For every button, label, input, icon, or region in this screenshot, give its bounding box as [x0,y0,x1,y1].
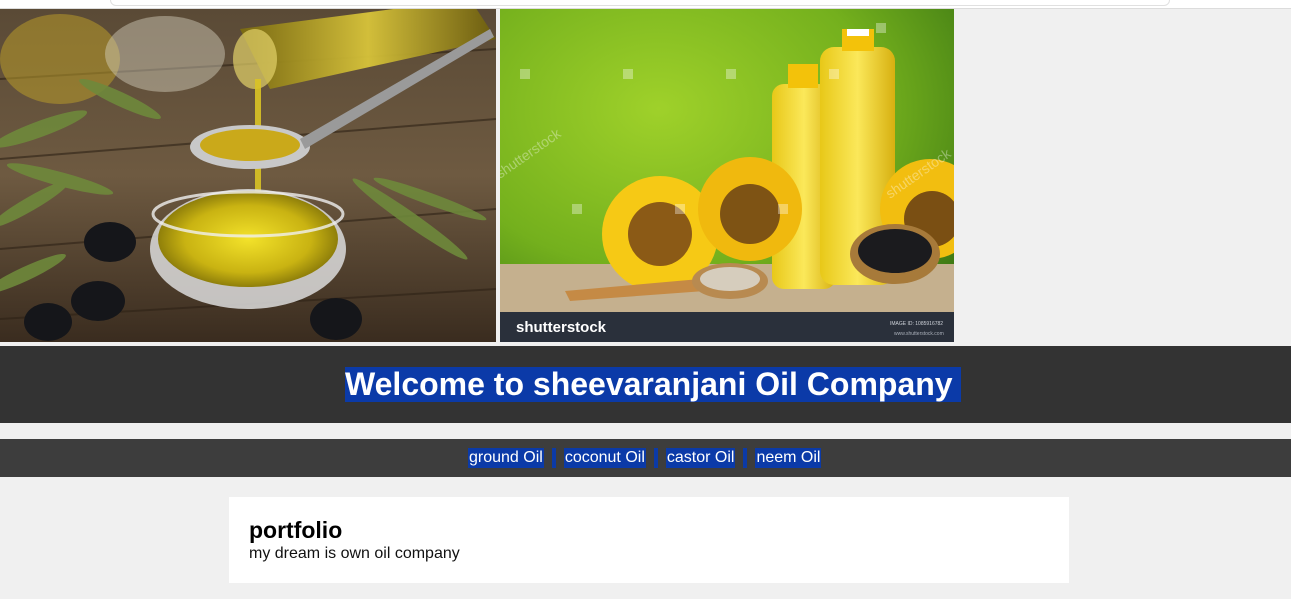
nav-separator [551,448,556,468]
nav-links: ground Oil coconut Oil castor Oil neem O… [468,448,822,468]
browser-top-strip [0,0,1291,9]
page-title: Welcome to sheevaranjani Oil Company [345,367,961,402]
nav-link-ground-oil[interactable]: ground Oil [468,448,544,468]
image-site-text: www.shutterstock.com [894,331,944,337]
image-id-text: IMAGE ID: 1085916782 [890,321,943,327]
nav-separator [743,448,748,468]
portfolio-heading: portfolio [249,517,343,543]
main-nav: ground Oil coconut Oil castor Oil neem O… [0,439,1291,477]
olive-oil-illustration [0,9,496,342]
nav-separator [653,448,658,468]
portfolio-text: my dream is own oil company [249,545,460,562]
site-header: Welcome to sheevaranjani Oil Company [0,346,1291,423]
shutterstock-logo: shutterstock [516,319,607,336]
olive-oil-image [0,9,496,342]
nav-link-neem-oil[interactable]: neem Oil [755,448,822,468]
sunflower-oil-image: shutterstock IMAGE ID: 1085916782 www.sh… [500,9,954,342]
nav-link-coconut-oil[interactable]: coconut Oil [563,448,646,468]
sunflower-oil-illustration: shutterstock IMAGE ID: 1085916782 www.sh… [500,9,954,342]
nav-link-castor-oil[interactable]: castor Oil [665,448,736,468]
portfolio-card: portfolio my dream is own oil company [229,497,1069,583]
address-bar-edge [110,0,1170,6]
